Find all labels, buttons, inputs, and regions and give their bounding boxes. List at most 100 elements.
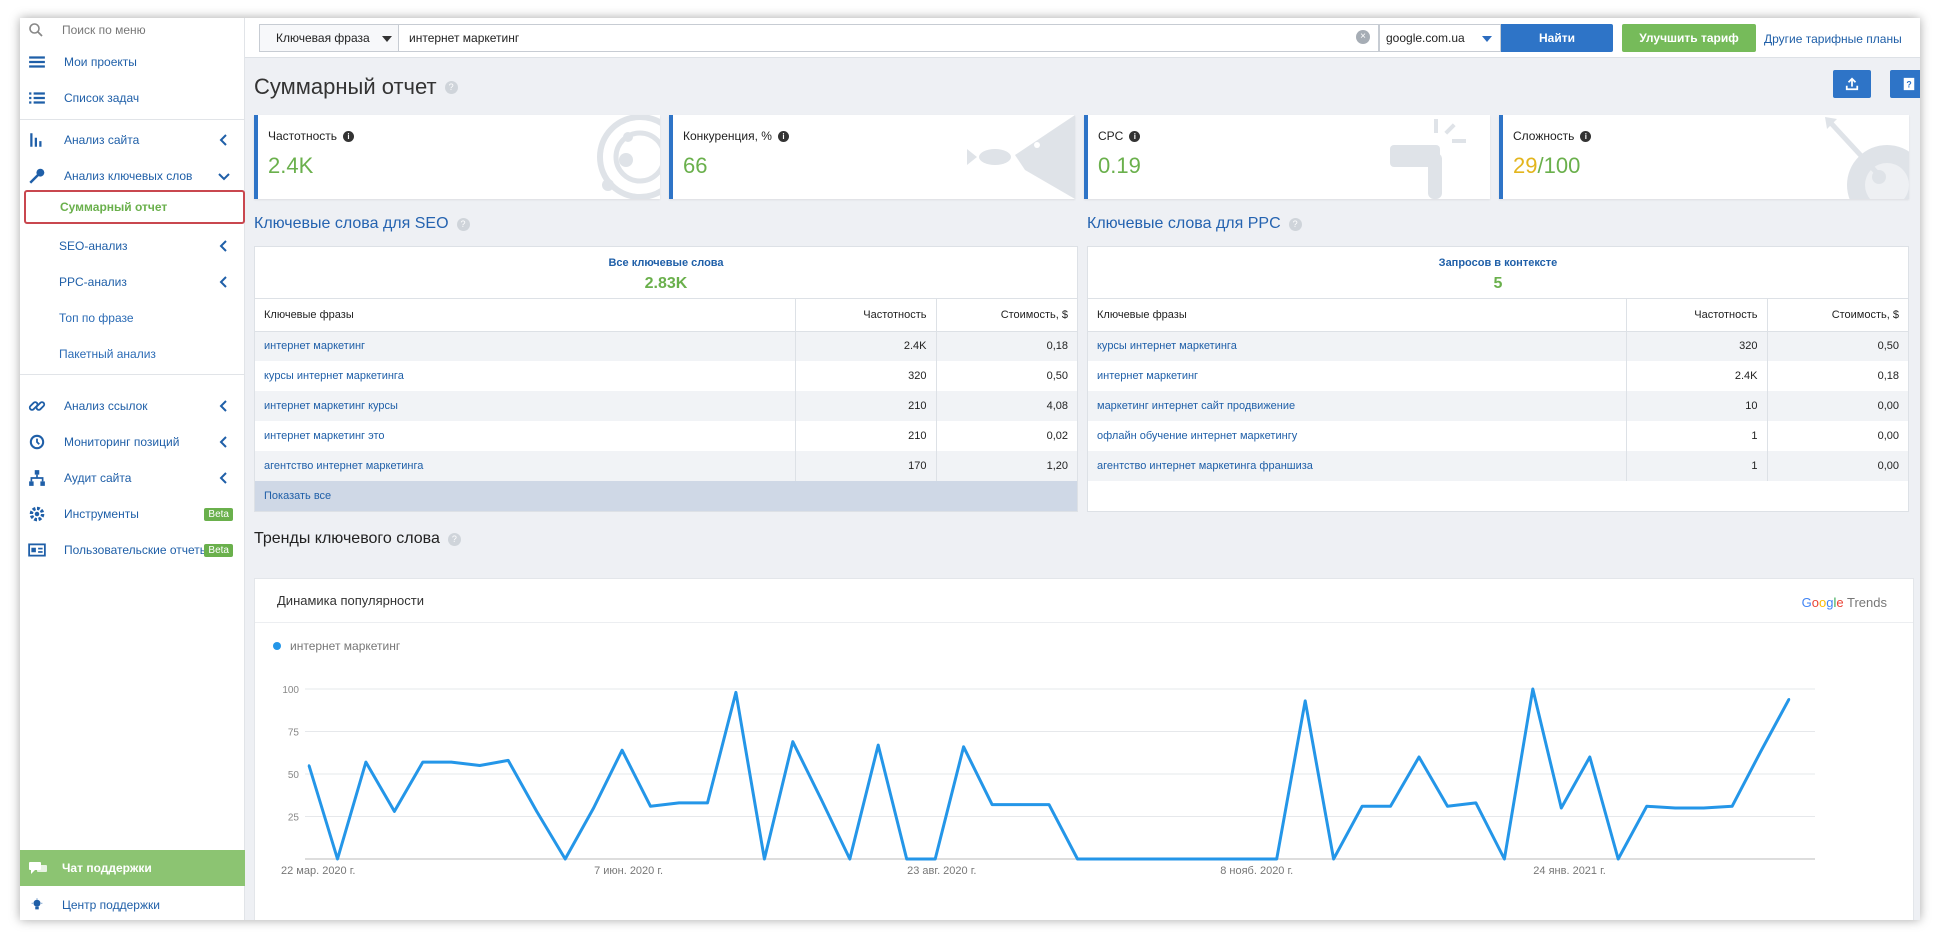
- data-point[interactable]: [1076, 857, 1079, 861]
- data-point[interactable]: [1247, 857, 1250, 861]
- data-point[interactable]: [478, 764, 481, 767]
- keyword-link[interactable]: курсы интернет маркетинга: [255, 361, 795, 391]
- sidebar-item-link-analysis[interactable]: Анализ ссылок: [20, 388, 245, 424]
- column-header[interactable]: Частотность: [794, 299, 936, 332]
- data-point[interactable]: [1133, 857, 1136, 861]
- keyword-link[interactable]: агентство интернет маркетинга франшиза: [1088, 451, 1626, 481]
- data-point[interactable]: [706, 801, 709, 805]
- data-point[interactable]: [1360, 805, 1364, 808]
- sidebar-item-my-projects[interactable]: Мои проекты: [20, 44, 245, 80]
- seo-summary-label[interactable]: Все ключевые слова: [255, 247, 1077, 269]
- keyword-link[interactable]: агентство интернет маркетинга: [255, 451, 795, 481]
- info-icon[interactable]: i: [1129, 130, 1141, 142]
- data-point[interactable]: [1730, 805, 1734, 808]
- export-button[interactable]: [1833, 70, 1871, 98]
- data-point[interactable]: [1759, 750, 1762, 754]
- sidebar-item-keyword-analysis[interactable]: Анализ ключевых слов: [20, 158, 245, 194]
- sidebar-item-seo-analysis[interactable]: SEO-анализ: [20, 228, 245, 264]
- data-point[interactable]: [1588, 755, 1591, 759]
- keyword-link[interactable]: маркетинг интернет сайт продвижение: [1088, 391, 1626, 421]
- help-icon[interactable]: ?: [456, 217, 470, 231]
- data-point[interactable]: [336, 857, 339, 861]
- upgrade-plan-button[interactable]: Улучшить тариф: [1622, 24, 1756, 52]
- data-point[interactable]: [1019, 803, 1022, 806]
- help-book-button[interactable]: ?: [1890, 70, 1920, 98]
- data-point[interactable]: [535, 810, 538, 813]
- help-icon[interactable]: ?: [447, 532, 461, 546]
- search-type-select[interactable]: Ключевая фраза: [259, 24, 399, 52]
- data-point[interactable]: [820, 798, 823, 801]
- info-icon[interactable]: i: [777, 130, 789, 142]
- data-point[interactable]: [450, 760, 453, 764]
- data-point[interactable]: [791, 740, 795, 743]
- data-point[interactable]: [393, 810, 396, 813]
- help-icon[interactable]: ?: [1288, 217, 1302, 231]
- sidebar-item-task-list[interactable]: Список задач: [20, 80, 245, 116]
- sidebar-item-summary-report[interactable]: Суммарный отчет: [24, 190, 245, 224]
- data-point[interactable]: [734, 691, 738, 694]
- column-header[interactable]: Ключевые фразы: [1088, 299, 1626, 332]
- data-point[interactable]: [1104, 857, 1108, 861]
- data-point[interactable]: [1474, 801, 1478, 805]
- data-point[interactable]: [421, 760, 425, 764]
- column-header[interactable]: Стоимость, $: [1766, 299, 1908, 332]
- sidebar-item-top-by-phrase[interactable]: Топ по фразе: [20, 300, 245, 336]
- column-header[interactable]: Стоимость, $: [935, 299, 1077, 332]
- data-point[interactable]: [1617, 857, 1620, 861]
- ppc-summary-label[interactable]: Запросов в контексте: [1088, 247, 1908, 269]
- data-point[interactable]: [1190, 857, 1193, 861]
- sidebar-item-ppc-analysis[interactable]: PPC-анализ: [20, 264, 245, 300]
- data-point[interactable]: [592, 806, 595, 810]
- data-point[interactable]: [1275, 857, 1278, 861]
- keyword-link[interactable]: интернет маркетинг: [1088, 361, 1626, 391]
- find-button[interactable]: Найти: [1501, 24, 1613, 52]
- data-point[interactable]: [1417, 755, 1421, 759]
- data-point[interactable]: [848, 857, 851, 861]
- sidebar-item-user-reports[interactable]: Пользовательские отчеты Beta: [20, 532, 245, 568]
- info-icon[interactable]: i: [1580, 130, 1592, 142]
- other-plans-link[interactable]: Другие тарифные планы: [1764, 32, 1902, 46]
- data-point[interactable]: [563, 857, 567, 861]
- data-point[interactable]: [1673, 806, 1677, 810]
- data-point[interactable]: [1389, 805, 1392, 808]
- data-point[interactable]: [905, 857, 908, 861]
- help-icon[interactable]: ?: [444, 80, 458, 94]
- sidebar-item-position-monitoring[interactable]: Мониторинг позиций: [20, 424, 245, 460]
- sidebar-item-batch-analysis[interactable]: Пакетный анализ: [20, 336, 245, 372]
- keyword-link[interactable]: офлайн обучение интернет маркетингу: [1088, 421, 1626, 451]
- data-point[interactable]: [364, 760, 368, 764]
- column-header[interactable]: Ключевые фразы: [255, 299, 795, 332]
- data-point[interactable]: [1531, 687, 1535, 691]
- sidebar-item-site-analysis[interactable]: Анализ сайта: [20, 122, 245, 158]
- data-point[interactable]: [1047, 803, 1051, 806]
- data-point[interactable]: [1161, 857, 1165, 861]
- info-icon[interactable]: i: [343, 130, 354, 142]
- data-point[interactable]: [677, 801, 681, 805]
- data-point[interactable]: [620, 749, 624, 752]
- data-point[interactable]: [1332, 857, 1335, 861]
- data-point[interactable]: [1702, 806, 1705, 810]
- data-point[interactable]: [763, 857, 766, 861]
- keyword-link[interactable]: интернет маркетинг это: [255, 421, 795, 451]
- data-point[interactable]: [307, 764, 311, 767]
- clear-icon[interactable]: ×: [1356, 30, 1370, 44]
- keyword-link[interactable]: интернет маркетинг: [255, 331, 795, 361]
- data-point[interactable]: [507, 759, 510, 762]
- sidebar-item-tools[interactable]: Инструменты Beta: [20, 496, 245, 532]
- data-point[interactable]: [1218, 857, 1221, 861]
- data-point[interactable]: [877, 743, 880, 747]
- data-point[interactable]: [933, 857, 937, 861]
- menu-search[interactable]: Поиск по меню: [20, 18, 245, 42]
- data-point[interactable]: [990, 803, 994, 806]
- data-point[interactable]: [1645, 805, 1648, 808]
- domain-select[interactable]: google.com.ua: [1379, 24, 1501, 52]
- data-point[interactable]: [962, 745, 965, 748]
- help-center-link[interactable]: Центр поддержки: [20, 890, 245, 920]
- keyword-link[interactable]: курсы интернет маркетинга: [1088, 331, 1626, 361]
- column-header[interactable]: Частотность: [1625, 299, 1767, 332]
- data-point[interactable]: [1560, 806, 1563, 810]
- support-chat-button[interactable]: Чат поддержки: [20, 850, 245, 886]
- keyword-link[interactable]: интернет маркетинг курсы: [255, 391, 795, 421]
- data-point[interactable]: [649, 805, 652, 808]
- data-point[interactable]: [1503, 857, 1506, 861]
